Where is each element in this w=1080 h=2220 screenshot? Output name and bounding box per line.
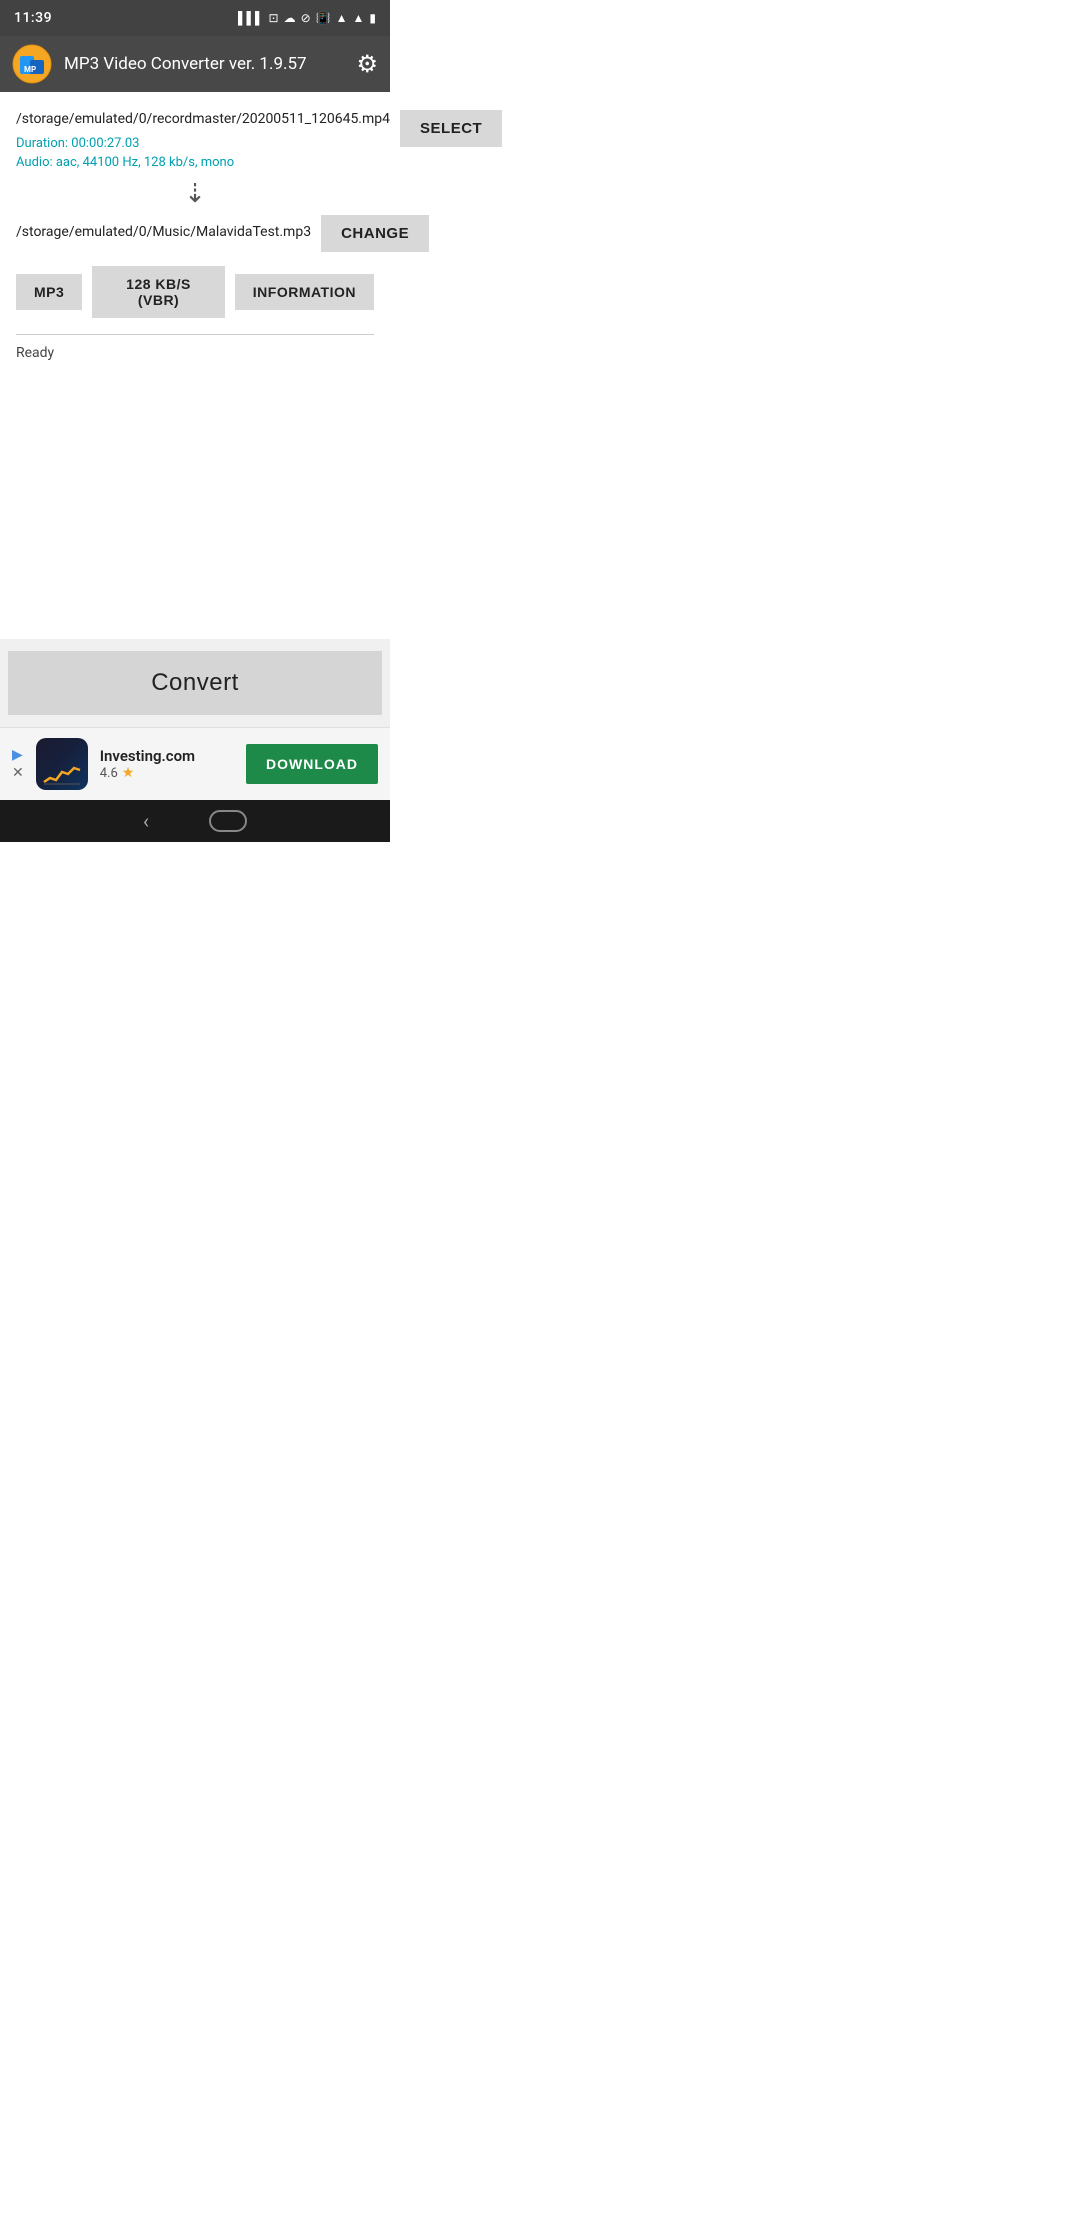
ad-play-icon[interactable]: ▶ — [12, 747, 24, 763]
ad-text-block: Investing.com 4.6 ★ — [100, 747, 234, 781]
ad-app-icon — [36, 738, 88, 790]
nav-back-button[interactable]: ‹ — [143, 809, 149, 833]
dest-file-path: /storage/emulated/0/Music/MalavidaTest.m… — [16, 223, 311, 243]
main-content: /storage/emulated/0/recordmaster/2020051… — [0, 92, 390, 361]
app-bar: MP MP3 Video Converter ver. 1.9.57 ⚙ — [0, 36, 390, 92]
battery-icon: ▮ — [369, 11, 376, 25]
ad-download-button[interactable]: DOWNLOAD — [246, 744, 378, 784]
sync-icon: ⊘ — [301, 11, 311, 25]
cloud-icon: ☁ — [284, 11, 296, 25]
arrow-down-icon: ⇣ — [16, 181, 374, 207]
vibrate-icon: 📳 — [316, 11, 331, 25]
ad-app-icon-inner — [36, 738, 88, 790]
notification-icon: ⊡ — [269, 11, 279, 25]
dest-file-row: /storage/emulated/0/Music/MalavidaTest.m… — [16, 215, 374, 252]
change-button[interactable]: CHANGE — [321, 215, 429, 252]
ad-rating: 4.6 ★ — [100, 765, 234, 781]
nav-bar: ‹ — [0, 800, 390, 842]
wifi-icon: ▲ — [336, 11, 348, 25]
ad-close-icon[interactable]: ✕ — [12, 765, 24, 781]
format-button[interactable]: MP3 — [16, 274, 82, 310]
nav-home-button[interactable] — [209, 810, 247, 832]
status-icons: ▌▌▌ ⊡ ☁ ⊘ 📳 ▲ ▲ ▮ — [238, 11, 376, 25]
svg-text:MP: MP — [24, 65, 36, 74]
page-wrapper: /storage/emulated/0/recordmaster/2020051… — [0, 92, 390, 800]
ad-app-name: Investing.com — [100, 747, 234, 765]
source-audio: Audio: aac, 44100 Hz, 128 kb/s, mono — [16, 153, 390, 173]
ad-banner: ▶ ✕ Investing.com 4.6 ★ DOWNLOAD — [0, 727, 390, 800]
signal-icon: ▲ — [353, 11, 365, 25]
information-button[interactable]: INFORMATION — [235, 274, 374, 310]
format-row: MP3 128 KB/S (VBR) INFORMATION — [16, 266, 374, 318]
source-duration: Duration: 00:00:27.03 — [16, 134, 390, 154]
signal-bars-icon: ▌▌▌ — [238, 11, 264, 25]
ad-star-icon: ★ — [122, 765, 135, 781]
content-spacer — [0, 361, 390, 639]
source-file-row: /storage/emulated/0/recordmaster/2020051… — [16, 110, 374, 173]
status-time: 11:39 — [14, 10, 52, 26]
convert-button[interactable]: Convert — [8, 651, 382, 715]
status-bar: 11:39 ▌▌▌ ⊡ ☁ ⊘ 📳 ▲ ▲ ▮ — [0, 0, 390, 36]
app-title: MP3 Video Converter ver. 1.9.57 — [64, 54, 344, 74]
ad-left-col: ▶ ✕ — [12, 747, 24, 781]
select-button[interactable]: SELECT — [400, 110, 502, 147]
source-file-path: /storage/emulated/0/recordmaster/2020051… — [16, 110, 390, 130]
status-text: Ready — [16, 345, 374, 361]
app-logo-icon: MP — [12, 44, 52, 84]
source-file-info: /storage/emulated/0/recordmaster/2020051… — [16, 110, 390, 173]
ad-chart-icon — [42, 762, 82, 786]
ad-rating-value: 4.6 — [100, 766, 118, 781]
convert-area: Convert — [0, 639, 390, 727]
divider — [16, 334, 374, 335]
settings-icon[interactable]: ⚙ — [356, 50, 378, 78]
bitrate-button[interactable]: 128 KB/S (VBR) — [92, 266, 224, 318]
